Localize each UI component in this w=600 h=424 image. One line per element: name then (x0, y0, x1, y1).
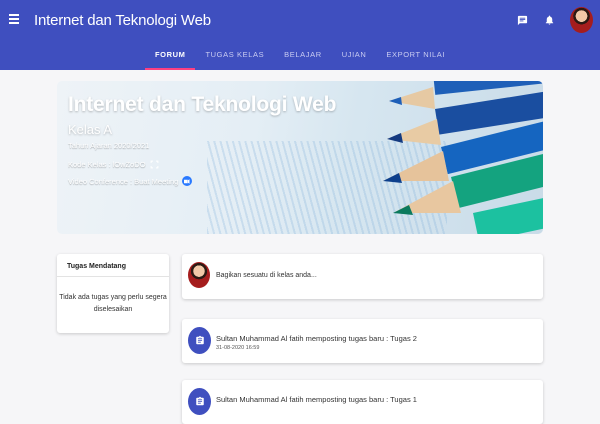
tab-bar: FORUM TUGAS KELAS BELAJAR UJIAN EXPORT N… (0, 46, 600, 70)
bell-icon[interactable] (541, 12, 557, 28)
tab-belajar[interactable]: BELAJAR (274, 46, 332, 70)
video-camera-icon[interactable] (182, 176, 193, 186)
post-date: 31-08-2020 16:59 (216, 345, 260, 351)
banner-class: Kelas A (68, 122, 113, 137)
tab-export-nilai[interactable]: EXPORT NILAI (376, 46, 455, 70)
share-box[interactable]: Bagikan sesuatu di kelas anda... (182, 254, 543, 299)
video-conference: Video Conference : Buat Meeting (68, 176, 193, 186)
avatar[interactable] (570, 7, 593, 33)
assignment-icon (188, 388, 211, 415)
class-code: Kode Kelas : lOwZoDO (68, 160, 159, 169)
avatar (188, 262, 210, 288)
class-code-text: Kode Kelas : lOwZoDO (68, 160, 146, 169)
pencils-illustration (383, 81, 543, 234)
upcoming-tasks-card: Tugas Mendatang Tidak ada tugas yang per… (57, 254, 169, 333)
class-banner: Internet dan Teknologi Web Kelas A Tahun… (57, 81, 543, 234)
fullscreen-icon[interactable] (150, 160, 159, 169)
upcoming-message: Tidak ada tugas yang perlu segera disele… (59, 294, 167, 313)
app-bar: Internet dan Teknologi Web FORUM TUGAS K… (0, 0, 600, 70)
tab-forum[interactable]: FORUM (144, 46, 196, 70)
list-item[interactable]: Sultan Muhammad Al fatih memposting tuga… (182, 380, 543, 424)
chat-icon[interactable] (514, 12, 530, 28)
divider (57, 276, 169, 277)
list-item[interactable]: Sultan Muhammad Al fatih memposting tuga… (182, 319, 543, 363)
video-conference-text: Video Conference : Buat Meeting (68, 176, 179, 186)
post-title[interactable]: Sultan Muhammad Al fatih memposting tuga… (216, 334, 417, 343)
banner-title: Internet dan Teknologi Web (68, 93, 337, 116)
tab-ujian[interactable]: UJIAN (332, 46, 377, 70)
assignment-icon (188, 327, 211, 354)
share-placeholder[interactable]: Bagikan sesuatu di kelas anda... (216, 272, 317, 279)
tab-tugas-kelas[interactable]: TUGAS KELAS (195, 46, 274, 70)
menu-icon[interactable] (6, 12, 22, 28)
app-title: Internet dan Teknologi Web (34, 12, 211, 29)
upcoming-heading: Tugas Mendatang (67, 263, 126, 270)
banner-year: Tahun Ajaran 2020/2021 (68, 141, 150, 150)
